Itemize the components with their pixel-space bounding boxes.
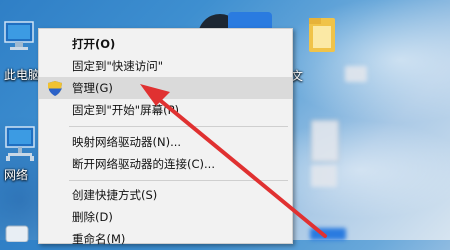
blurred-label	[345, 66, 367, 82]
computer-icon[interactable]	[4, 20, 34, 58]
desktop-label-network: 网络	[4, 168, 29, 182]
menu-item-manage[interactable]: 管理(G)	[39, 77, 292, 99]
context-menu: 打开(O) 固定到"快速访问" 管理(G) 固定到"开始"屏幕(P) 映射网络驱…	[38, 28, 293, 246]
menu-item-create-shortcut[interactable]: 创建快捷方式(S)	[39, 184, 292, 206]
menu-item-delete[interactable]: 删除(D)	[39, 206, 292, 228]
menu-item-rename[interactable]: 重命名(M)	[39, 228, 292, 250]
menu-item-disconnect-drive[interactable]: 断开网络驱动器的连接(C)...	[39, 153, 292, 175]
menu-separator	[69, 180, 288, 181]
menu-separator	[69, 126, 288, 127]
folder-icon[interactable]	[307, 16, 337, 58]
menu-item-pin-start[interactable]: 固定到"开始"屏幕(P)	[39, 99, 292, 121]
app-icon[interactable]	[310, 228, 346, 240]
document-icon[interactable]	[311, 120, 339, 162]
desktop-label-computer: 此电脑	[4, 68, 41, 82]
menu-item-map-drive[interactable]: 映射网络驱动器(N)...	[39, 131, 292, 153]
menu-item-open[interactable]: 打开(O)	[39, 33, 292, 55]
menu-item-pin-quick-access[interactable]: 固定到"快速访问"	[39, 55, 292, 77]
app-icon[interactable]	[5, 222, 31, 246]
network-icon[interactable]	[5, 125, 35, 167]
blurred-label	[311, 165, 337, 187]
menu-item-manage-label: 管理(G)	[72, 81, 113, 95]
shield-icon	[48, 81, 62, 96]
